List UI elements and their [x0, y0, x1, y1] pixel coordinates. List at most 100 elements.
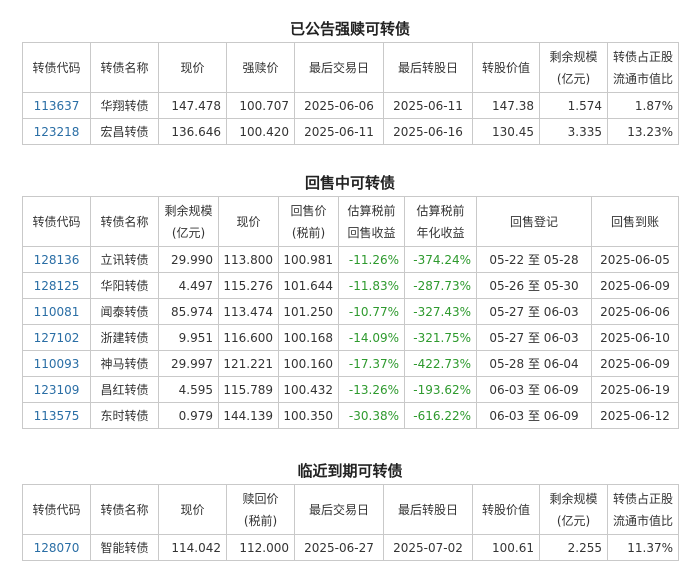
table-cell: 136.646: [158, 118, 227, 145]
table-cell: 100.160: [278, 350, 339, 377]
table-cell: 05-22 至 05-28: [476, 246, 592, 273]
bond-code-link[interactable]: 110081: [22, 298, 91, 325]
table-cell: 2025-06-09: [591, 350, 679, 377]
table-cell: 2025-06-05: [591, 246, 679, 273]
column-header: 估算税前 年化收益: [404, 196, 477, 247]
table-cell: 华翔转债: [90, 92, 159, 119]
table-cell: 05-27 至 06-03: [476, 298, 592, 325]
column-header: 回售到账: [591, 196, 679, 247]
column-header: 最后交易日: [294, 484, 384, 535]
table-cell: 宏昌转债: [90, 118, 159, 145]
table-cell: 113.800: [218, 246, 279, 273]
table-row: 113637 华翔转债 147.478 100.707 2025-06-06 2025-0…: [22, 92, 679, 119]
table-cell: 2025-06-12: [591, 402, 679, 429]
table-cell: -287.73%: [404, 272, 477, 299]
bond-code-link[interactable]: 123218: [22, 118, 91, 145]
table-cell: 4.497: [158, 272, 219, 299]
table-cell: 101.644: [278, 272, 339, 299]
table-row: 110093 神马转债 29.997 121.221 100.160 -17.37% -42…: [22, 350, 679, 377]
table-row: 110081 闻泰转债 85.974 113.474 101.250 -10.77% -32…: [22, 298, 679, 325]
table-cell: -327.43%: [404, 298, 477, 325]
table-row: 128136 立讯转债 29.990 113.800 100.981 -11.26% -37…: [22, 246, 679, 273]
bond-code-link[interactable]: 128125: [22, 272, 91, 299]
bond-code-link[interactable]: 113575: [22, 402, 91, 429]
bond-code-link[interactable]: 110093: [22, 350, 91, 377]
table-cell: 85.974: [158, 298, 219, 325]
table-cell: 100.61: [472, 534, 540, 561]
table-cell: 100.707: [226, 92, 295, 119]
putback-title: 回售中可转债: [304, 174, 395, 192]
table-row: 128125 华阳转债 4.497 115.276 101.644 -11.83% -287…: [22, 272, 679, 299]
table-cell: -616.22%: [404, 402, 477, 429]
putback-table: 转债代码 转债名称 剩余规模 (亿元) 现价 回售价 (税前) 估算税前 回售收益 估算税前…: [22, 196, 679, 429]
table-cell: 100.981: [278, 246, 339, 273]
column-header: 转债占正股 流通市值比: [607, 484, 679, 535]
table-cell: 101.250: [278, 298, 339, 325]
table-cell: 05-28 至 06-04: [476, 350, 592, 377]
maturity-title: 临近到期可转债: [297, 462, 403, 480]
bond-code-link[interactable]: 127102: [22, 324, 91, 351]
table-cell: -14.09%: [338, 324, 405, 351]
table-cell: -17.37%: [338, 350, 405, 377]
table-row: 127102 浙建转债 9.951 116.600 100.168 -14.09% -321…: [22, 324, 679, 351]
table-cell: 2025-06-27: [294, 534, 384, 561]
maturity-table: 转债代码 转债名称 现价 赎回价 (税前) 最后交易日 最后转股日 转股价值 剩余规模 (亿元…: [22, 484, 679, 561]
column-header: 转股价值: [472, 484, 540, 535]
table-cell: 100.350: [278, 402, 339, 429]
column-header: 最后转股日: [383, 42, 473, 93]
column-header: 现价: [218, 196, 279, 247]
table-cell: -11.83%: [338, 272, 405, 299]
table-cell: 3.335: [539, 118, 608, 145]
table-cell: 闻泰转债: [90, 298, 159, 325]
table-cell: 100.168: [278, 324, 339, 351]
table-header-row: 转债代码 转债名称 现价 强赎价 最后交易日 最后转股日 转股价值 剩余规模 (亿元) 转债占正…: [22, 42, 679, 93]
bond-code-link[interactable]: 113637: [22, 92, 91, 119]
column-header: 转债占正股 流通市值比: [607, 42, 679, 93]
table-cell: 144.139: [218, 402, 279, 429]
table-cell: 2025-06-09: [591, 272, 679, 299]
table-cell: 昌红转债: [90, 376, 159, 403]
bond-code-link[interactable]: 128136: [22, 246, 91, 273]
table-cell: 29.997: [158, 350, 219, 377]
table-header-row: 转债代码 转债名称 现价 赎回价 (税前) 最后交易日 最后转股日 转股价值 剩余规模 (亿元…: [22, 484, 679, 535]
column-header: 剩余规模 (亿元): [539, 484, 608, 535]
table-cell: 2025-07-02: [383, 534, 473, 561]
table-cell: 神马转债: [90, 350, 159, 377]
table-cell: -11.26%: [338, 246, 405, 273]
table-cell: 13.23%: [607, 118, 679, 145]
column-header: 估算税前 回售收益: [338, 196, 405, 247]
column-header: 剩余规模 (亿元): [539, 42, 608, 93]
column-header: 转债代码: [22, 42, 91, 93]
table-cell: 4.595: [158, 376, 219, 403]
table-cell: 智能转债: [90, 534, 159, 561]
table-cell: 2.255: [539, 534, 608, 561]
table-cell: 2025-06-06: [591, 298, 679, 325]
table-cell: 9.951: [158, 324, 219, 351]
table-cell: 06-03 至 06-09: [476, 402, 592, 429]
column-header: 最后交易日: [294, 42, 384, 93]
table-cell: 2025-06-11: [294, 118, 384, 145]
table-cell: -10.77%: [338, 298, 405, 325]
table-cell: 06-03 至 06-09: [476, 376, 592, 403]
forced-redemption-table: 转债代码 转债名称 现价 强赎价 最后交易日 最后转股日 转股价值 剩余规模 (亿元) 转债占正…: [22, 42, 679, 145]
column-header: 回售登记: [476, 196, 592, 247]
bond-code-link[interactable]: 128070: [22, 534, 91, 561]
column-header: 转债代码: [22, 196, 91, 247]
table-cell: 立讯转债: [90, 246, 159, 273]
table-cell: 113.474: [218, 298, 279, 325]
table-cell: -30.38%: [338, 402, 405, 429]
table-cell: 浙建转债: [90, 324, 159, 351]
column-header: 转债名称: [90, 484, 159, 535]
column-header: 强赎价: [226, 42, 295, 93]
table-cell: 11.37%: [607, 534, 679, 561]
bond-code-link[interactable]: 123109: [22, 376, 91, 403]
table-row: 123218 宏昌转债 136.646 100.420 2025-06-11 2025-0…: [22, 118, 679, 145]
table-cell: 130.45: [472, 118, 540, 145]
table-cell: 2025-06-11: [383, 92, 473, 119]
table-cell: 05-26 至 05-30: [476, 272, 592, 299]
column-header: 转债名称: [90, 196, 159, 247]
column-header: 现价: [158, 42, 227, 93]
column-header: 转股价值: [472, 42, 540, 93]
table-row: 113575 东时转债 0.979 144.139 100.350 -30.38% -616…: [22, 402, 679, 429]
table-cell: 100.420: [226, 118, 295, 145]
